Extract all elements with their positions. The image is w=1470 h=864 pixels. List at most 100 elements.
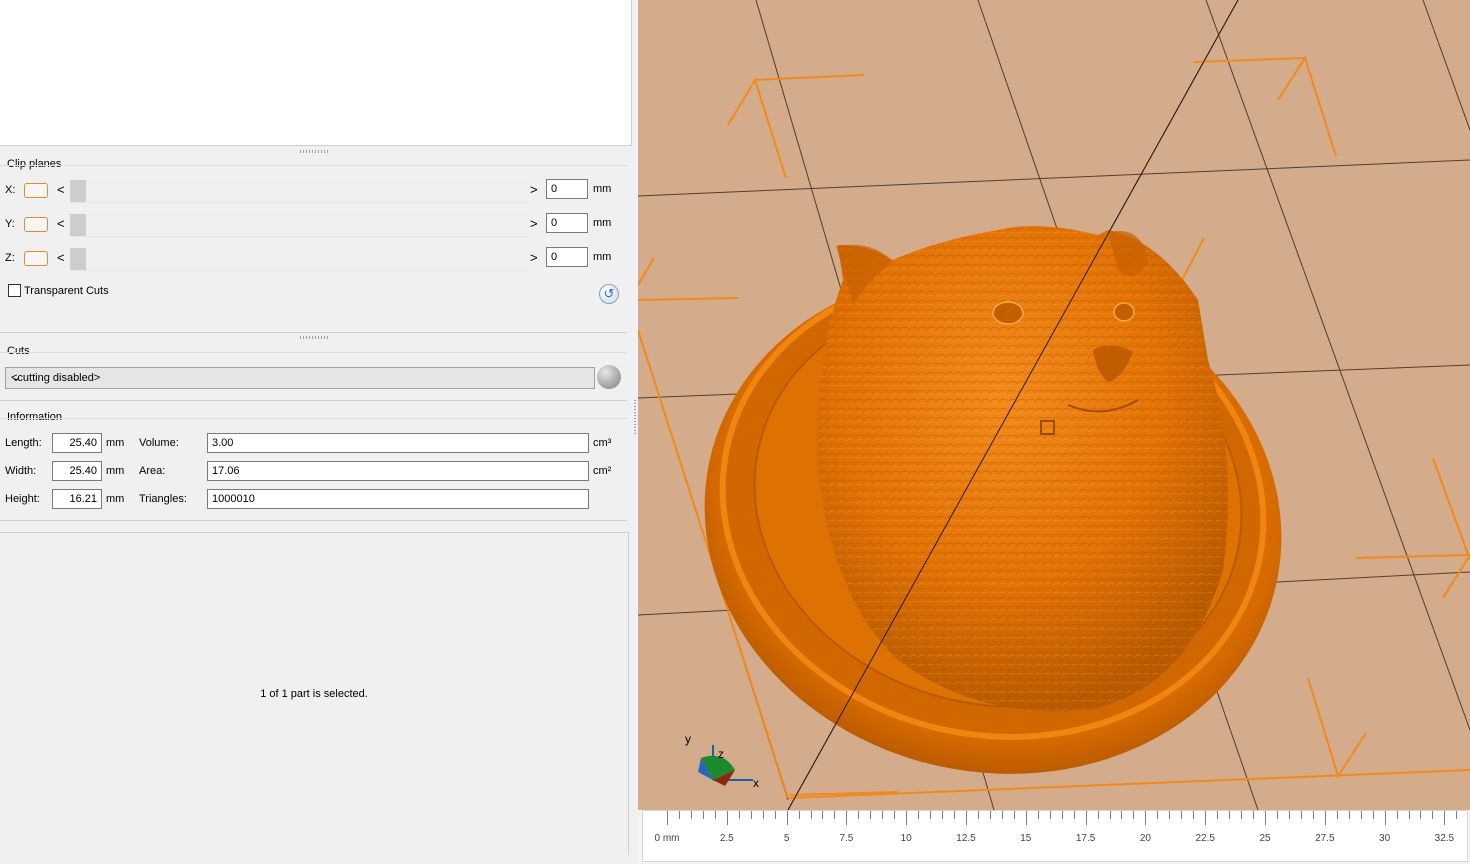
clip-planes-group [0,165,627,166]
clip-unit: mm [593,251,612,263]
area-label: Area: [139,465,166,477]
transparent-cuts-checkbox[interactable]: Transparent Cuts [5,284,109,297]
clip-x-next-button[interactable]: > [530,182,538,197]
ruler-tick [930,811,932,819]
viewport-canvas[interactable]: y z x [638,0,1470,810]
ruler-tick [1109,811,1111,819]
information-group [0,418,627,419]
clip-x-prev-button[interactable]: < [57,182,65,197]
3d-viewport[interactable]: y z x [638,0,1470,810]
clip-y-toggle[interactable] [24,217,48,232]
area-field[interactable]: 17.06 [207,461,589,481]
axis-triad: y z x [685,732,759,790]
ruler-tick [1193,811,1195,819]
ruler-tick [870,811,872,819]
ruler-tick [1384,811,1386,825]
height-field[interactable]: 16.21 [52,489,102,509]
ruler-tick [1288,811,1290,819]
slider-thumb[interactable] [70,248,86,270]
ruler-tick [1217,811,1219,819]
section-divider [0,520,627,521]
ruler-label: 0 mm [654,833,680,844]
status-area: 1 of 1 part is selected. [0,532,629,855]
clip-x-slider[interactable] [70,180,528,203]
clip-y-slider[interactable] [70,214,528,237]
side-panel: Clip planes X: < > mm Y: < > mm Z: < > m… [0,0,632,864]
clip-row-z: Z: < > mm [0,245,627,273]
cuts-select[interactable]: <cutting disabled> ⌄ [5,367,595,389]
model-cat-head [817,226,1228,712]
ruler-tick [786,811,788,825]
clip-unit: mm [593,217,612,229]
information-title: Information [7,411,63,423]
clip-y-next-button[interactable]: > [530,216,538,231]
ruler-tick [726,811,728,825]
clip-y-prev-button[interactable]: < [57,216,65,231]
ruler-label: 7.5 [839,833,854,844]
clip-z-toggle[interactable] [24,251,48,266]
length-unit: mm [106,437,125,449]
ruler-tick [1348,811,1350,819]
clip-x-toggle[interactable] [24,183,48,198]
ruler-tick [894,811,896,819]
ruler-tick [1073,811,1075,819]
length-field[interactable]: 25.40 [52,433,102,453]
triangles-label: Triangles: [139,493,187,505]
ruler-tick [977,811,979,819]
clip-z-next-button[interactable]: > [530,250,538,265]
clip-z-slider[interactable] [70,248,528,271]
axis-y-label: y [685,732,691,746]
width-field[interactable]: 25.40 [52,461,102,481]
ruler-tick [1276,811,1278,819]
splitter-grip[interactable] [300,336,328,339]
ruler-tick [774,811,776,819]
ruler-tick [906,811,908,825]
ruler-label: 27.5 [1315,833,1335,844]
triangles-field[interactable]: 1000010 [207,489,589,509]
ruler-label: 15 [1020,833,1032,844]
ruler-tick [822,811,824,819]
splitter-grip[interactable] [300,150,328,153]
ruler-tick [882,811,884,819]
ruler-scale: 0 mm 2.5 5 7.5 10 12.5 15 17.5 20 22.5 25 27.5 30 32.… [642,810,1468,862]
clip-axis-label: Y: [5,218,15,230]
checkbox-box[interactable] [8,284,21,297]
ruler-tick [1408,811,1410,819]
clip-planes-title: Clip planes [7,158,62,170]
ruler-tick [667,811,668,825]
cut-tool-button[interactable] [597,365,621,389]
ruler-tick [1061,811,1063,819]
ruler-label: 30 [1379,833,1391,844]
clip-x-input[interactable] [546,179,588,199]
slider-thumb[interactable] [70,214,86,236]
selection-status: 1 of 1 part is selected. [260,688,368,700]
slider-thumb[interactable] [70,180,86,202]
ruler-tick [1205,811,1207,825]
ruler-tick [1253,811,1255,819]
ruler-tick [1085,811,1087,825]
height-unit: mm [106,493,125,505]
volume-field[interactable]: 3.00 [207,433,589,453]
clip-z-input[interactable] [546,247,588,267]
ruler-tick [1300,811,1302,819]
ruler-tick [1420,811,1422,819]
height-label: Height: [5,493,40,505]
ruler-tick [1265,811,1266,825]
ruler-tick [1372,811,1374,819]
ruler-tick [1241,811,1243,819]
ruler-tick [1025,811,1027,825]
ruler-tick [1312,811,1314,819]
ruler-tick [1097,811,1099,819]
clip-row-y: Y: < > mm [0,211,627,239]
section-divider [0,400,627,401]
ruler-tick [738,811,740,819]
clip-y-input[interactable] [546,213,588,233]
clip-z-prev-button[interactable]: < [57,250,65,265]
splitter-grip[interactable] [634,400,636,436]
clip-axis-label: Z: [5,252,15,264]
ruler-label: 22.5 [1195,833,1215,844]
parts-list-area[interactable] [0,0,632,146]
ruler-tick [1444,811,1446,825]
clip-axis-label: X: [5,184,16,196]
reset-icon[interactable]: ↺ [599,284,619,304]
